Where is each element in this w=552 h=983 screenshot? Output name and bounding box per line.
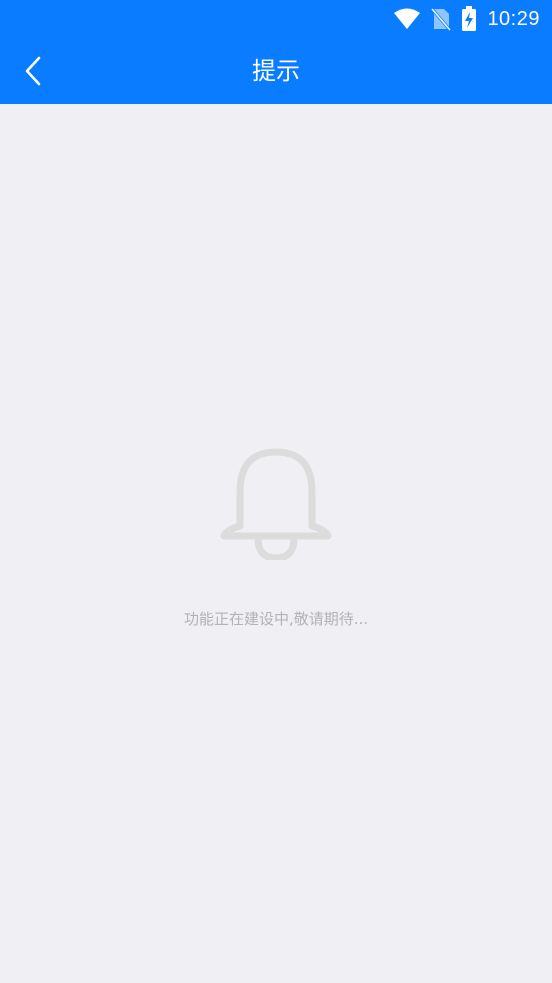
no-sim-icon (431, 7, 452, 31)
main-content: 功能正在建设中,敬请期待... (0, 104, 552, 983)
status-bar: 10:29 (0, 0, 552, 38)
status-icons: 10:29 (393, 0, 540, 38)
nav-bar: 提示 (0, 38, 552, 104)
wifi-icon (393, 8, 421, 30)
empty-state: 功能正在建设中,敬请期待... (0, 444, 552, 629)
bell-icon (218, 444, 334, 560)
battery-charging-icon (461, 6, 477, 32)
empty-state-message: 功能正在建设中,敬请期待... (183, 610, 369, 628)
page-title: 提示 (252, 57, 300, 85)
status-time: 10:29 (487, 7, 540, 30)
